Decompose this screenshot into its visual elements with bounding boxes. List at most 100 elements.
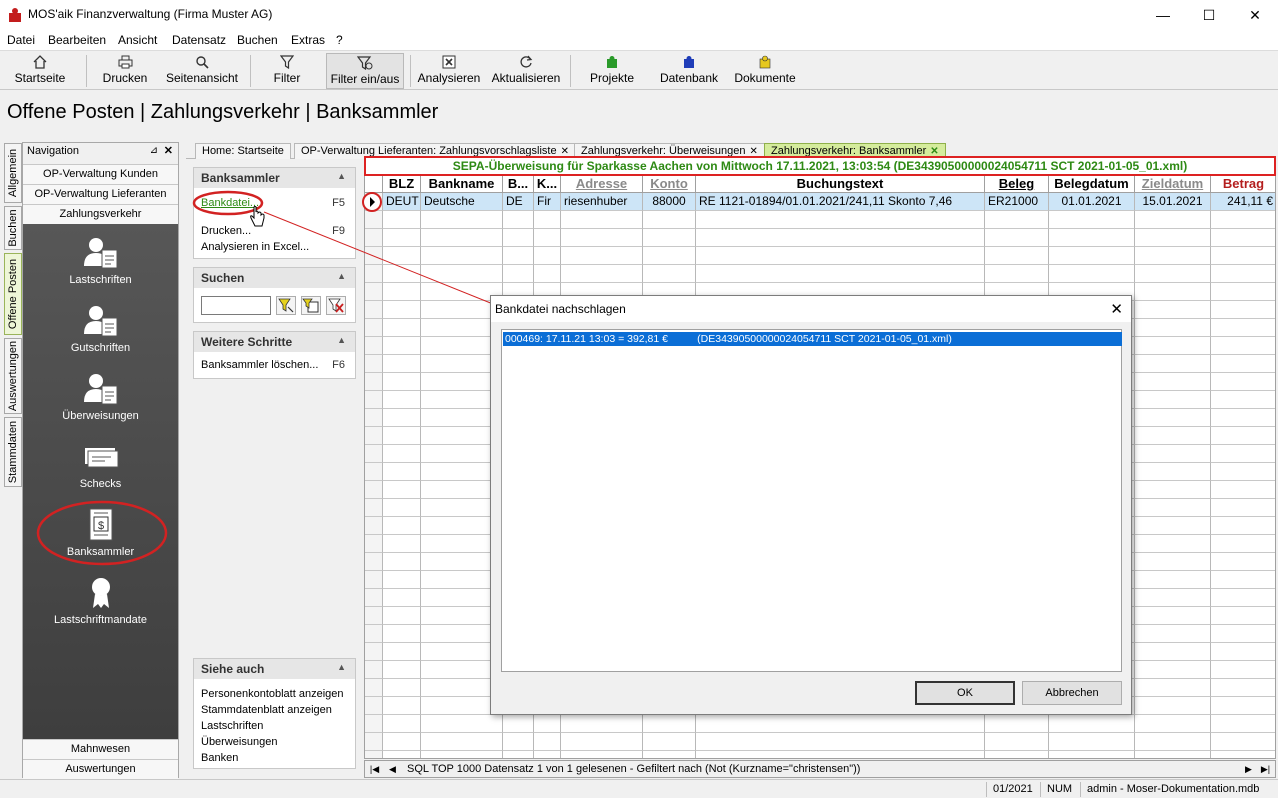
- siehe-banken-link[interactable]: Banken: [194, 750, 355, 766]
- side-tab-buchen[interactable]: Buchen: [4, 206, 22, 250]
- menu-datei[interactable]: Datei: [7, 33, 35, 47]
- empty-cell: [561, 211, 643, 229]
- empty-cell: [1049, 211, 1135, 229]
- menu-datensatz[interactable]: Datensatz: [172, 33, 226, 47]
- nav-group-auswertungen[interactable]: Auswertungen: [23, 759, 178, 779]
- empty-cell: [1211, 733, 1275, 751]
- collapse-caret-icon[interactable]: ▲: [337, 335, 346, 345]
- dialog-close-icon[interactable]: ✕: [1110, 300, 1123, 318]
- minimize-button[interactable]: —: [1140, 0, 1186, 30]
- nav-item-gutschriften[interactable]: Gutschriften: [23, 304, 178, 354]
- page-title: Offene Posten | Zahlungsverkehr | Banksa…: [7, 101, 439, 123]
- bankdatei-list[interactable]: 000469: 17.11.21 13:03 = 392,81 € (DE343…: [501, 329, 1122, 672]
- side-tab-allgemein[interactable]: Allgemein: [4, 143, 22, 203]
- aktualisieren-button[interactable]: Aktualisieren: [490, 53, 562, 89]
- dokumente-button[interactable]: Dokumente: [730, 53, 800, 89]
- column-header-b[interactable]: B...: [503, 175, 534, 193]
- filter-toggle-button[interactable]: Filter ein/aus: [326, 53, 404, 89]
- filter-label: Filter: [273, 71, 301, 85]
- projekte-button[interactable]: Projekte: [584, 53, 640, 89]
- cell-blz[interactable]: DEUT: [383, 193, 421, 211]
- startseite-button[interactable]: Startseite: [10, 53, 70, 89]
- datenbank-button[interactable]: Datenbank: [656, 53, 722, 89]
- empty-cell: [383, 535, 421, 553]
- ok-button[interactable]: OK: [915, 681, 1015, 705]
- column-header-zieldatum[interactable]: Zieldatum: [1135, 175, 1211, 193]
- cell-buchungstext[interactable]: RE 1121-01894/01.01.2021/241,11 Skonto 7…: [696, 193, 985, 211]
- menu-extras[interactable]: Extras: [291, 33, 325, 47]
- collapse-caret-icon[interactable]: ▲: [337, 171, 346, 181]
- last-record-icon[interactable]: ▶|: [1258, 762, 1273, 776]
- search-input[interactable]: [201, 296, 271, 315]
- task-pane-header[interactable]: Banksammler ▲: [194, 168, 355, 188]
- column-header-beleg[interactable]: Beleg: [985, 175, 1049, 193]
- side-tab-stammdaten[interactable]: Stammdaten: [4, 417, 22, 487]
- siehe-ueberweisungen-link[interactable]: Überweisungen: [194, 734, 355, 750]
- empty-cell: [503, 733, 534, 751]
- nav-item-lastschriften[interactable]: Lastschriften: [23, 236, 178, 286]
- side-tab-offene-posten[interactable]: Offene Posten: [4, 253, 22, 335]
- empty-cell: [1211, 643, 1275, 661]
- empty-cell: [1135, 661, 1211, 679]
- task-pane-header[interactable]: Weitere Schritte ▲: [194, 332, 355, 352]
- column-header-buchungstext[interactable]: Buchungstext: [696, 175, 985, 193]
- column-header-k[interactable]: K...: [534, 175, 561, 193]
- close-nav-icon[interactable]: ✕: [164, 144, 173, 157]
- close-window-button[interactable]: ✕: [1232, 0, 1278, 30]
- list-item[interactable]: 000469: 17.11.21 13:03 = 392,81 € (DE343…: [503, 332, 1122, 346]
- drucken-button[interactable]: Drucken: [98, 53, 152, 89]
- empty-cell: [1135, 571, 1211, 589]
- empty-cell: [365, 391, 383, 409]
- side-tab-auswertungen[interactable]: Auswertungen: [4, 338, 22, 414]
- cell-betrag[interactable]: 241,11 €: [1211, 193, 1275, 211]
- task-banksammler-loeschen-link[interactable]: Banksammler löschen... F6: [194, 357, 355, 373]
- nav-group-zahlungsverkehr[interactable]: Zahlungsverkehr: [23, 204, 178, 224]
- nav-item-lastschriftmandate[interactable]: Lastschriftmandate: [23, 576, 178, 626]
- menu-help[interactable]: ?: [336, 33, 343, 47]
- menu-ansicht[interactable]: Ansicht: [118, 33, 157, 47]
- maximize-button[interactable]: ☐: [1186, 0, 1232, 30]
- collapse-caret-icon[interactable]: ▲: [337, 662, 346, 672]
- empty-cell: [1135, 751, 1211, 758]
- nav-group-op-kunden[interactable]: OP-Verwaltung Kunden: [23, 164, 178, 184]
- analysieren-button[interactable]: Analysieren: [416, 53, 482, 89]
- empty-cell: [1135, 589, 1211, 607]
- cell-adresse[interactable]: riesenhuber: [561, 193, 643, 211]
- column-header-belegdatum[interactable]: Belegdatum: [1049, 175, 1135, 193]
- abbrechen-button[interactable]: Abbrechen: [1022, 681, 1122, 705]
- cell-belegdatum[interactable]: 01.01.2021: [1049, 193, 1135, 211]
- column-header-blz[interactable]: BLZ: [383, 175, 421, 193]
- siehe-stammdatenblatt-link[interactable]: Stammdatenblatt anzeigen: [194, 702, 355, 718]
- cell-k[interactable]: Fir: [534, 193, 561, 211]
- menu-buchen[interactable]: Buchen: [237, 33, 278, 47]
- column-header-konto[interactable]: Konto: [643, 175, 696, 193]
- empty-cell: [365, 481, 383, 499]
- siehe-lastschriften-link[interactable]: Lastschriften: [194, 718, 355, 734]
- column-header-betrag[interactable]: Betrag: [1211, 175, 1275, 193]
- prev-record-icon[interactable]: ◀: [385, 762, 400, 776]
- nav-items-panel: Lastschriften Gutschriften Überweisungen…: [23, 224, 178, 739]
- filter-button[interactable]: Filter: [264, 53, 310, 89]
- nav-item-ueberweisungen[interactable]: Überweisungen: [23, 372, 178, 422]
- cell-bankname[interactable]: Deutsche: [421, 193, 503, 211]
- next-record-icon[interactable]: ▶: [1241, 762, 1256, 776]
- empty-cell: [696, 715, 985, 733]
- seitenansicht-button[interactable]: Seitenansicht: [164, 53, 240, 89]
- tab-home-startseite[interactable]: Home: Startseite: [195, 143, 291, 159]
- pin-icon[interactable]: ⊿: [150, 145, 158, 156]
- nav-group-op-lieferanten[interactable]: OP-Verwaltung Lieferanten: [23, 184, 178, 204]
- first-record-icon[interactable]: |◀: [367, 762, 382, 776]
- siehe-personenkontoblatt-link[interactable]: Personenkontoblatt anzeigen: [194, 686, 355, 702]
- cell-b[interactable]: DE: [503, 193, 534, 211]
- nav-group-mahnwesen[interactable]: Mahnwesen: [23, 739, 178, 759]
- cell-beleg[interactable]: ER21000: [985, 193, 1049, 211]
- cell-konto[interactable]: 88000: [643, 193, 696, 211]
- cell-zieldatum[interactable]: 15.01.2021: [1135, 193, 1211, 211]
- person-document-icon: [83, 374, 117, 405]
- menu-bearbeiten[interactable]: Bearbeiten: [48, 33, 106, 47]
- empty-cell: [1211, 553, 1275, 571]
- column-header-bankname[interactable]: Bankname: [421, 175, 503, 193]
- column-header-adresse[interactable]: Adresse: [561, 175, 643, 193]
- task-pane-header[interactable]: Siehe auch ▲: [194, 659, 355, 679]
- nav-item-schecks[interactable]: Schecks: [23, 442, 178, 490]
